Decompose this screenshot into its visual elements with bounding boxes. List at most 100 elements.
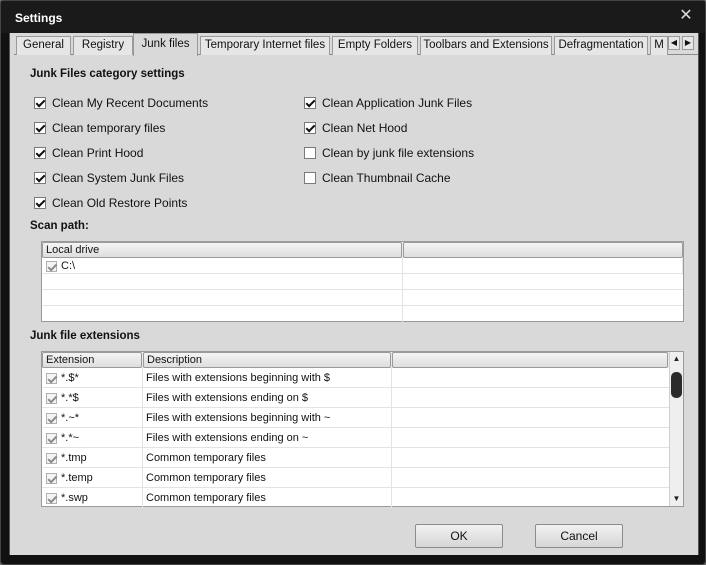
table-row[interactable]: *.*$ Files with extensions ending on $ [42,388,669,408]
extension-cell: *.swp [42,488,143,508]
option-label: Clean Old Restore Points [52,196,188,210]
extension-value: *.$* [61,372,79,384]
description-cell: Common temporary files [143,488,392,508]
checkbox[interactable] [46,260,57,272]
extension-cell: *.*~ [42,428,143,448]
option-clean-system-junk-files[interactable]: Clean System Junk Files [34,170,184,186]
extension-value: *.temp [61,472,93,484]
scan-path-cell: C:\ [42,258,403,274]
window-title: Settings [15,11,63,25]
settings-window: Settings ✕ General Registry Junk files T… [0,0,706,565]
column-header-local-drive[interactable]: Local drive [42,242,402,258]
checkbox[interactable] [46,372,57,384]
checkbox[interactable] [34,147,46,159]
checkbox[interactable] [46,452,57,464]
tab-junk-files[interactable]: Junk files [133,33,198,56]
junk-extensions-title: Junk file extensions [30,330,140,342]
option-clean-recent-documents[interactable]: Clean My Recent Documents [34,95,208,111]
table-header: Extension Description [42,352,669,368]
description-cell: Common temporary files [143,468,392,488]
description-cell: Files with extensions ending on ~ [143,428,392,448]
table-row[interactable]: *.swp Common temporary files [42,488,669,508]
tab-general[interactable]: General [16,36,71,55]
table-row[interactable]: *.tmp Common temporary files [42,448,669,468]
scroll-up-icon[interactable]: ▲ [670,353,683,365]
checkbox[interactable] [46,412,57,424]
tab-scroll-right-icon[interactable]: ▶ [682,36,694,50]
table-row[interactable]: *.temp Common temporary files [42,468,669,488]
settings-panel: General Registry Junk files Temporary In… [9,33,699,555]
extension-cell: *.$* [42,368,143,388]
checkbox[interactable] [304,97,316,109]
empty-cell [42,306,403,322]
tab-toolbars-and-extensions[interactable]: Toolbars and Extensions [420,36,552,55]
empty-cell [42,290,403,306]
cancel-button[interactable]: Cancel [535,524,623,548]
empty-cell [42,274,403,290]
extensions-scrollbar[interactable]: ▲ ▼ [669,352,683,506]
checkbox[interactable] [46,392,57,404]
option-clean-application-junk-files[interactable]: Clean Application Junk Files [304,95,472,111]
close-icon[interactable]: ✕ [677,6,695,26]
option-label: Clean My Recent Documents [52,96,209,110]
option-label: Clean Application Junk Files [322,96,473,110]
option-clean-print-hood[interactable]: Clean Print Hood [34,145,143,161]
table-row[interactable]: *.$* Files with extensions beginning wit… [42,368,669,388]
column-header-blank[interactable] [403,242,683,258]
scan-path-title: Scan path: [30,220,89,232]
tab-temporary-internet-files[interactable]: Temporary Internet files [200,36,330,55]
option-label: Clean temporary files [52,121,166,135]
ok-button[interactable]: OK [415,524,503,548]
option-clean-old-restore-points[interactable]: Clean Old Restore Points [34,195,187,211]
column-header-blank[interactable] [392,352,668,368]
table-row [42,274,683,290]
column-header-description[interactable]: Description [143,352,391,368]
option-clean-by-junk-file-extensions[interactable]: Clean by junk file extensions [304,145,474,161]
option-label: Clean Thumbnail Cache [322,171,451,185]
checkbox[interactable] [34,122,46,134]
extension-cell: *.~* [42,408,143,428]
description-cell: Files with extensions beginning with $ [143,368,392,388]
table-row[interactable]: C:\ [42,258,683,274]
table-row [42,306,683,322]
option-clean-thumbnail-cache[interactable]: Clean Thumbnail Cache [304,170,451,186]
column-header-extension[interactable]: Extension [42,352,142,368]
tab-empty-folders[interactable]: Empty Folders [332,36,418,55]
checkbox[interactable] [34,197,46,209]
checkbox[interactable] [46,492,57,504]
table-header: Local drive [42,242,683,258]
extension-value: *.swp [61,492,88,504]
option-label: Clean System Junk Files [52,171,185,185]
category-settings-title: Junk Files category settings [30,68,185,80]
scan-path-value: C:\ [61,260,76,272]
tab-bar: General Registry Junk files Temporary In… [14,33,698,56]
option-clean-temporary-files[interactable]: Clean temporary files [34,120,165,136]
checkbox[interactable] [34,97,46,109]
checkbox[interactable] [46,432,57,444]
option-clean-net-hood[interactable]: Clean Net Hood [304,120,407,136]
description-cell: Common temporary files [143,448,392,468]
extension-cell: *.temp [42,468,143,488]
scroll-thumb[interactable] [671,372,682,398]
scroll-down-icon[interactable]: ▼ [670,493,683,505]
checkbox[interactable] [304,122,316,134]
checkbox[interactable] [46,472,57,484]
checkbox[interactable] [34,172,46,184]
extension-value: *.*~ [61,432,80,444]
checkbox[interactable] [304,147,316,159]
tab-more[interactable]: M [650,36,668,55]
description-cell: Files with extensions ending on $ [143,388,392,408]
option-label: Clean Net Hood [322,121,408,135]
tab-scroll-left-icon[interactable]: ◀ [668,36,680,50]
extension-value: *.~* [61,412,80,424]
tab-registry[interactable]: Registry [73,36,133,55]
table-row [42,290,683,306]
table-row[interactable]: *.~* Files with extensions beginning wit… [42,408,669,428]
extensions-table: Extension Description *.$* Files with ex… [41,351,684,508]
option-label: Clean Print Hood [52,146,144,160]
tab-defragmentation[interactable]: Defragmentation [554,36,648,55]
option-label: Clean by junk file extensions [322,146,475,160]
checkbox[interactable] [304,172,316,184]
tab-scroll-buttons: ◀ ▶ [668,36,694,50]
table-row[interactable]: *.*~ Files with extensions ending on ~ [42,428,669,448]
